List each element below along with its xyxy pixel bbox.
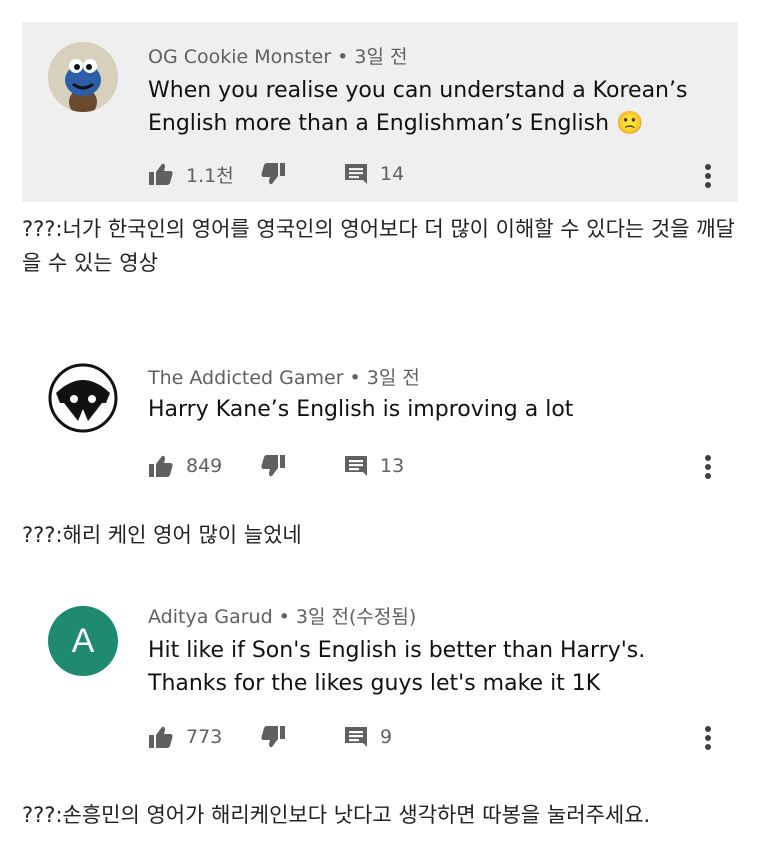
comment-author-line: Aditya Garud • 3일 전(수정됨) (148, 602, 416, 629)
reply-button[interactable]: 13 (344, 452, 404, 480)
comment-time[interactable]: 3일 전 (354, 46, 407, 68)
translation-text: ???:손흥민의 영어가 해리케인보다 낫다고 생각하면 따봉을 눌러주세요. (22, 803, 651, 827)
comment-time[interactable]: 3일 전 (367, 367, 420, 389)
thumbs-up-icon (149, 163, 173, 185)
cookie-monster-avatar-icon (48, 42, 118, 112)
comment-text-line: When you realise you can understand a Ko… (148, 78, 688, 103)
separator-dot: • (337, 46, 349, 68)
thumbs-down-icon (261, 455, 285, 477)
translation-text: ???:해리 케인 영어 많이 늘었네 (22, 523, 302, 547)
like-count: 773 (186, 726, 223, 748)
comment-icon (345, 456, 367, 476)
more-vert-icon (705, 164, 711, 188)
more-button[interactable] (696, 453, 720, 481)
translation-text: ???:너가 한국인의 영어를 영국인의 영어보다 더 많이 이해할 수 있다는… (22, 217, 735, 275)
comment-actions: 773 9 (148, 723, 728, 751)
comment-card: The Addicted Gamer • 3일 전 Harry Kane’s Eng… (0, 345, 760, 495)
avatar[interactable]: A (48, 606, 118, 676)
thumbs-up-icon (149, 455, 173, 477)
comment-text: Hit like if Son's English is better than… (148, 634, 645, 700)
more-button[interactable] (696, 162, 720, 190)
comment-author[interactable]: Aditya Garud (148, 606, 273, 628)
thumbs-down-icon (261, 163, 285, 185)
comment-text-line: Hit like if Son's English is better than… (148, 638, 646, 663)
avatar[interactable] (48, 42, 118, 112)
reply-count: 13 (380, 455, 405, 477)
avatar[interactable] (48, 363, 118, 433)
comment-text-line: Thanks for the likes guys let's make it … (148, 671, 601, 696)
reply-button[interactable]: 9 (344, 723, 392, 751)
comment-author[interactable]: The Addicted Gamer (148, 367, 344, 389)
reply-button[interactable]: 14 (344, 160, 404, 188)
avatar-letter: A (71, 621, 95, 660)
comment-card: OG Cookie Monster • 3일 전 When you realise … (22, 22, 738, 202)
reply-count: 14 (380, 163, 405, 185)
more-vert-icon (705, 455, 711, 479)
comment-text: When you realise you can understand a Ko… (148, 74, 687, 140)
dislike-button[interactable] (260, 160, 286, 188)
more-button[interactable] (696, 724, 720, 752)
comment-card: A Aditya Garud • 3일 전(수정됨) Hit like if Son… (0, 588, 760, 768)
reply-count: 9 (380, 726, 393, 748)
like-count: 849 (186, 455, 223, 477)
comment-text: Harry Kane’s English is improving a lot (148, 393, 573, 426)
comment-author[interactable]: OG Cookie Monster (148, 46, 331, 68)
dislike-button[interactable] (260, 723, 286, 751)
comment-actions: 849 13 (148, 452, 728, 480)
separator-dot: • (278, 606, 290, 628)
comment-text-line: English more than a Englishman’s English… (148, 111, 644, 136)
comment-icon (345, 164, 367, 184)
dislike-button[interactable] (260, 452, 286, 480)
like-button[interactable]: 849 (148, 452, 222, 480)
like-count: 1.1천 (186, 164, 234, 187)
comment-text-line: Harry Kane’s English is improving a lot (148, 397, 574, 422)
separator-dot: • (349, 367, 361, 389)
like-button[interactable]: 773 (148, 723, 222, 751)
gamer-logo-avatar-icon (48, 363, 118, 433)
comment-author-line: OG Cookie Monster • 3일 전 (148, 42, 407, 69)
thumbs-down-icon (261, 726, 285, 748)
comment-actions: 1.1천 14 (148, 160, 728, 188)
comment-time[interactable]: 3일 전(수정됨) (296, 606, 416, 628)
more-vert-icon (705, 726, 711, 750)
comment-icon (345, 727, 367, 747)
thumbs-up-icon (149, 726, 173, 748)
like-button[interactable]: 1.1천 (148, 160, 234, 188)
comment-author-line: The Addicted Gamer • 3일 전 (148, 363, 420, 390)
